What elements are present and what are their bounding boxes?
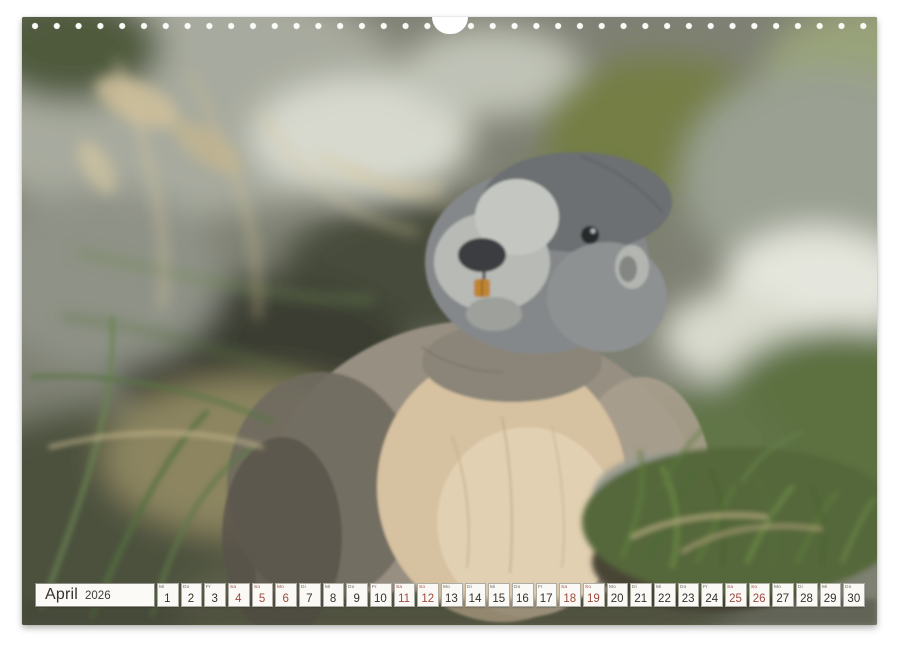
day-number: 13 [442,593,461,605]
month-name: April [45,584,78,605]
day-cell: Mo 20 [607,583,629,607]
day-cell: Do 30 [843,583,865,607]
day-cell: Fr 3 [204,583,226,607]
day-cell: Sa 4 [228,583,250,607]
day-cell: Fr 10 [370,583,392,607]
day-cell: Sa 25 [725,583,747,607]
day-number: 27 [773,593,792,605]
weekday-label: Fr [538,584,543,589]
day-cell: Fr 17 [536,583,558,607]
weekday-label: Mo [609,584,616,589]
weekday-label: Fr [206,584,211,589]
weekday-label: Do [183,584,189,589]
day-cells-row: Mi 1 Do 2 Fr 3 Sa 4 So 5 [157,583,865,609]
day-cell: Mo 27 [772,583,794,607]
day-number: 23 [679,593,698,605]
weekday-label: Fr [703,584,708,589]
day-number: 19 [584,593,603,605]
day-number: 25 [726,593,745,605]
day-cell: Di 14 [465,583,487,607]
day-number: 8 [324,593,343,605]
day-cell: So 12 [417,583,439,607]
day-cell: Fr 24 [701,583,723,607]
day-number: 11 [395,593,414,605]
day-number: 4 [229,593,248,605]
weekday-label: So [585,584,591,589]
weekday-label: Sa [727,584,733,589]
weekday-label: Di [301,584,306,589]
calendar-sheet: April 2026 Mi 1 Do 2 Fr 3 Sa 4 [22,17,877,625]
day-cell: Mi 29 [820,583,842,607]
day-number: 26 [750,593,769,605]
day-cell: Di 7 [299,583,321,607]
weekday-label: Sa [396,584,402,589]
day-cell: Mi 8 [323,583,345,607]
day-cell: Do 9 [346,583,368,607]
month-label-box: April 2026 [35,583,155,607]
day-number: 5 [253,593,272,605]
day-cell: Mo 13 [441,583,463,607]
day-number: 2 [182,593,201,605]
day-number: 7 [300,593,319,605]
weekday-label: Mi [656,584,661,589]
weekday-label: So [254,584,260,589]
day-cell: So 5 [252,583,274,607]
day-number: 3 [205,593,224,605]
day-cell: Mi 15 [488,583,510,607]
day-number: 9 [347,593,366,605]
day-number: 20 [608,593,627,605]
marmot-photo [22,17,877,625]
day-number: 28 [797,593,816,605]
weekday-label: Mi [325,584,330,589]
day-cell: Sa 11 [394,583,416,607]
day-number: 30 [844,593,863,605]
weekday-label: Do [680,584,686,589]
weekday-label: Sa [561,584,567,589]
weekday-label: Mo [277,584,284,589]
day-cell: So 19 [583,583,605,607]
day-number: 1 [158,593,177,605]
day-number: 17 [537,593,556,605]
day-cell: Mi 22 [654,583,676,607]
day-cell: Mo 6 [275,583,297,607]
weekday-label: So [419,584,425,589]
day-cell: Do 23 [678,583,700,607]
day-cell: Di 28 [796,583,818,607]
weekday-label: Mo [774,584,781,589]
day-cell: Mi 1 [157,583,179,607]
weekday-label: Mo [443,584,450,589]
weekday-label: Fr [372,584,377,589]
weekday-label: Do [514,584,520,589]
day-number: 21 [631,593,650,605]
day-number: 24 [702,593,721,605]
day-cell: Do 16 [512,583,534,607]
day-number: 16 [513,593,532,605]
day-cell: Sa 18 [559,583,581,607]
calendar-strip: April 2026 Mi 1 Do 2 Fr 3 Sa 4 [35,583,865,609]
weekday-label: Di [632,584,637,589]
weekday-label: Do [845,584,851,589]
weekday-label: Mi [822,584,827,589]
day-number: 15 [489,593,508,605]
weekday-label: Di [467,584,472,589]
weekday-label: Do [348,584,354,589]
weekday-label: Mi [490,584,495,589]
day-cell: So 26 [749,583,771,607]
day-number: 10 [371,593,390,605]
day-number: 29 [821,593,840,605]
year-label: 2026 [85,586,111,607]
day-number: 22 [655,593,674,605]
weekday-label: Sa [230,584,236,589]
day-number: 6 [276,593,295,605]
day-cell: Di 21 [630,583,652,607]
calendar-page: April 2026 Mi 1 Do 2 Fr 3 Sa 4 [0,0,899,648]
weekday-label: Mi [159,584,164,589]
weekday-label: Di [798,584,803,589]
weekday-label: So [751,584,757,589]
day-number: 18 [560,593,579,605]
day-number: 14 [466,593,485,605]
day-cell: Do 2 [181,583,203,607]
day-number: 12 [418,593,437,605]
